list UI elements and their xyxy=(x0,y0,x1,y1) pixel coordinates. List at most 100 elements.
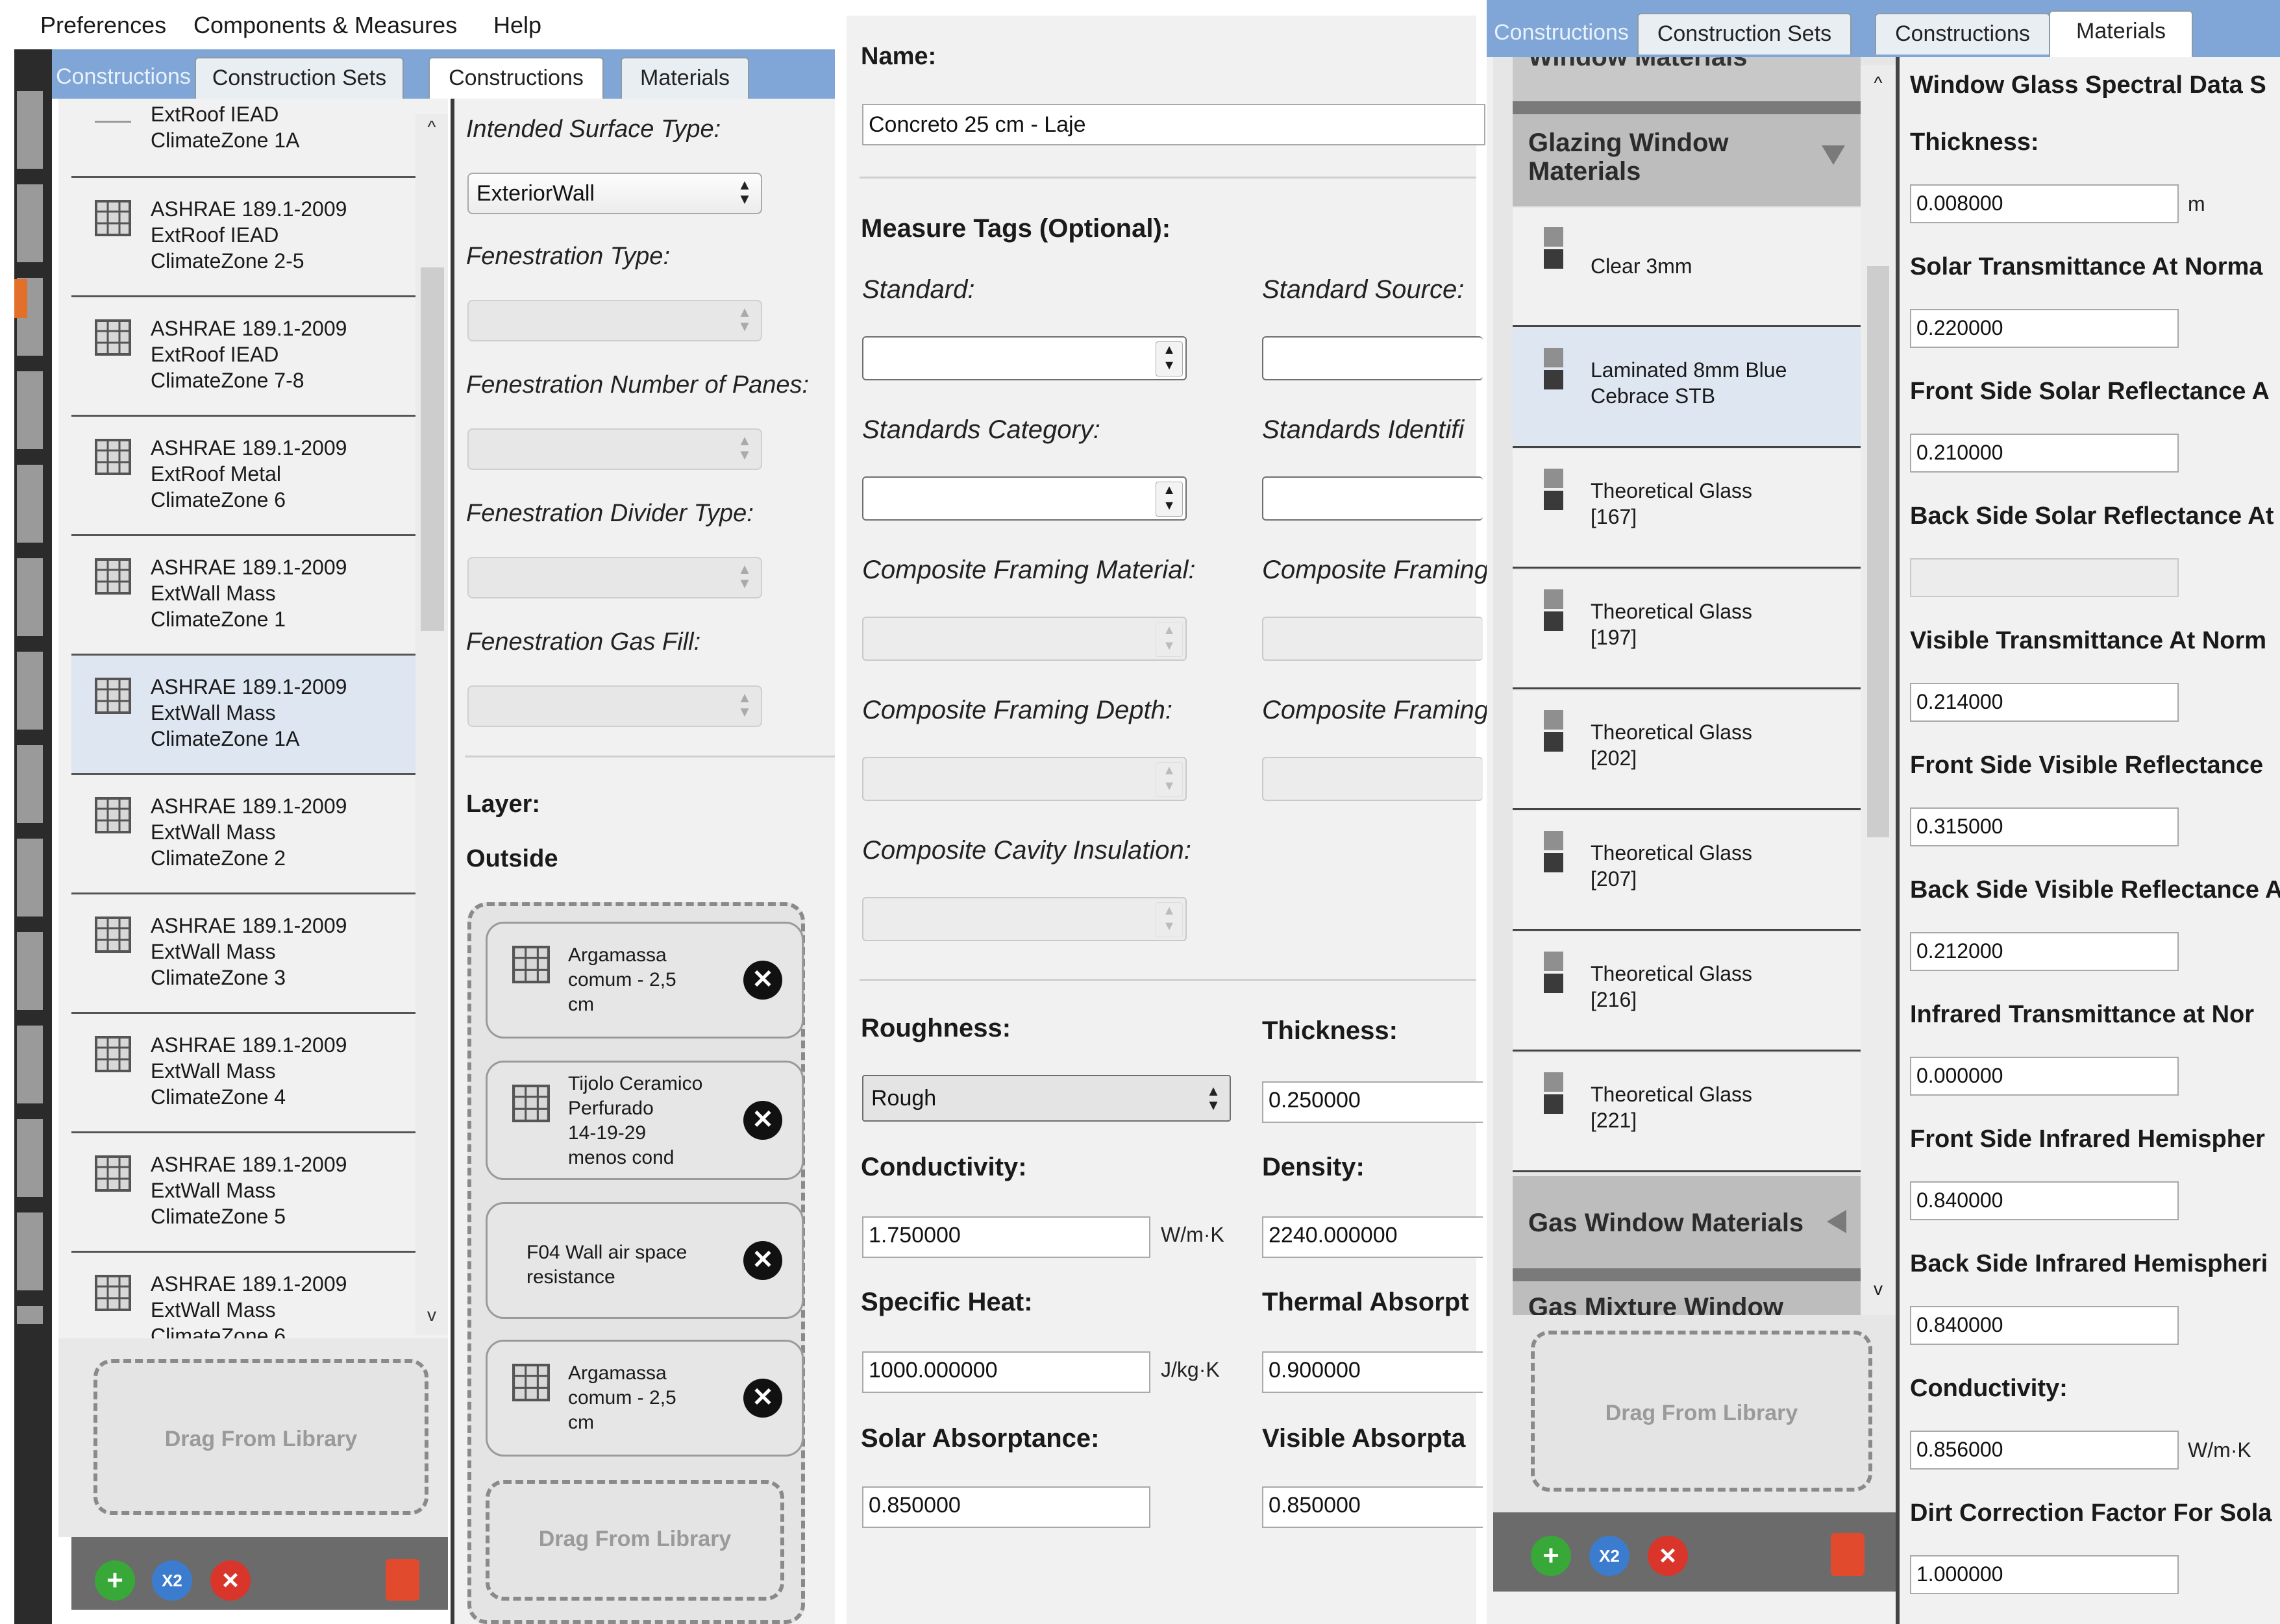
fenestration-divider-select[interactable]: ▲ ▼ xyxy=(467,557,762,598)
menu-help[interactable]: Help xyxy=(493,12,541,39)
specific-heat-input[interactable]: 1000.000000 xyxy=(862,1351,1150,1393)
drag-from-library-zone[interactable]: Drag From Library xyxy=(1531,1331,1872,1492)
tab-construction-sets[interactable]: Construction Sets xyxy=(1637,13,1852,55)
list-item[interactable]: ASHRAE 189.1-2009 ExtRoof Metal ClimateZ… xyxy=(71,417,415,536)
fenestration-panes-select[interactable]: ▲ ▼ xyxy=(467,428,762,470)
spin-arrows-icon[interactable]: ▲ ▼ xyxy=(1156,341,1183,376)
drag-from-library-zone[interactable]: Drag From Library xyxy=(93,1359,428,1515)
copy-button[interactable]: X2 xyxy=(1589,1536,1629,1576)
menu-preferences[interactable]: Preferences xyxy=(40,12,166,39)
standard-combo[interactable]: ▲ ▼ xyxy=(862,336,1187,380)
list-item-partial[interactable]: ExtRoof IEAD ClimateZone 1A xyxy=(71,99,415,178)
composite-framing-depth-combo[interactable]: ▲ ▼ xyxy=(862,757,1187,801)
glazing-item[interactable]: Theoretical Glass [167] xyxy=(1513,449,1861,569)
composite-framing-right2-combo[interactable] xyxy=(1262,757,1483,801)
glazing-item[interactable]: Theoretical Glass [207] xyxy=(1513,811,1861,931)
scroll-up-icon[interactable]: ^ xyxy=(1861,73,1896,99)
solar-transmittance-input[interactable]: 0.220000 xyxy=(1910,309,2179,348)
intended-surface-select[interactable]: ExteriorWall ▲ ▼ xyxy=(467,173,762,214)
spin-arrows-icon[interactable]: ▲ ▼ xyxy=(1156,622,1183,657)
list-item[interactable]: ASHRAE 189.1-2009 ExtRoof IEAD ClimateZo… xyxy=(71,297,415,417)
purge-trash-icon[interactable] xyxy=(1831,1533,1865,1576)
glazing-item[interactable]: Theoretical Glass [221] xyxy=(1513,1053,1861,1172)
list-item[interactable]: ASHRAE 189.1-2009 ExtWall Mass ClimateZo… xyxy=(71,656,415,775)
copy-button[interactable]: X2 xyxy=(152,1560,192,1601)
layer-item[interactable]: Argamassa comum - 2,5 cm ✕ xyxy=(486,1340,804,1457)
composite-framing-material-combo[interactable]: ▲ ▼ xyxy=(862,617,1187,661)
add-button[interactable]: + xyxy=(95,1560,135,1601)
dirt-correction-input[interactable]: 1.000000 xyxy=(1910,1555,2179,1594)
thickness-input[interactable]: 0.008000 xyxy=(1910,184,2179,223)
fenestration-type-select[interactable]: ▲ ▼ xyxy=(467,300,762,341)
list-item[interactable]: ASHRAE 189.1-2009 ExtWall Mass ClimateZo… xyxy=(71,894,415,1014)
list-item[interactable]: ASHRAE 189.1-2009 ExtRoof IEAD ClimateZo… xyxy=(71,178,415,297)
glazing-item[interactable]: Theoretical Glass [216] xyxy=(1513,932,1861,1052)
remove-layer-icon[interactable]: ✕ xyxy=(743,1101,782,1140)
spin-arrows-icon[interactable]: ▲ ▼ xyxy=(1156,762,1183,797)
gas-mixture-header-partial[interactable]: Gas Mixture Window xyxy=(1513,1281,1861,1315)
list-item[interactable]: ASHRAE 189.1-2009 ExtWall Mass ClimateZo… xyxy=(71,775,415,894)
remove-button[interactable]: × xyxy=(210,1560,251,1601)
menu-components-measures[interactable]: Components & Measures xyxy=(193,12,457,39)
thickness-input[interactable]: 0.250000 xyxy=(1262,1081,1483,1123)
name-input[interactable]: Concreto 25 cm - Laje xyxy=(862,104,1485,145)
gas-window-header[interactable]: Gas Window Materials xyxy=(1513,1176,1861,1268)
layer-item[interactable]: F04 Wall air space resistance ✕ xyxy=(486,1202,804,1319)
list-item[interactable]: ASHRAE 189.1-2009 ExtWall Mass ClimateZo… xyxy=(71,536,415,656)
back-solar-reflectance-input[interactable] xyxy=(1910,558,2179,597)
tab-constructions-top[interactable]: Constructions xyxy=(1489,13,1633,55)
window-materials-header-partial[interactable]: Window Materials xyxy=(1513,57,1861,101)
front-infrared-emissivity-input[interactable]: 0.840000 xyxy=(1910,1181,2179,1220)
glazing-header[interactable]: Glazing Window Materials xyxy=(1513,114,1861,206)
composite-cavity-combo[interactable]: ▲ ▼ xyxy=(862,897,1187,941)
scroll-down-icon[interactable]: v xyxy=(1861,1279,1896,1305)
purge-trash-icon[interactable] xyxy=(386,1559,419,1601)
scroll-thumb[interactable] xyxy=(1867,266,1889,837)
vertical-toolbar-buttons[interactable] xyxy=(17,91,43,1324)
layer-item[interactable]: Argamassa comum - 2,5 cm ✕ xyxy=(486,922,804,1039)
thermal-absorptance-input[interactable]: 0.900000 xyxy=(1262,1351,1483,1393)
scroll-thumb[interactable] xyxy=(421,267,444,631)
spin-arrows-icon[interactable]: ▲ ▼ xyxy=(1156,482,1183,517)
back-visible-reflectance-input[interactable]: 0.212000 xyxy=(1910,932,2179,971)
remove-layer-icon[interactable]: ✕ xyxy=(743,1241,782,1280)
list-item[interactable]: ASHRAE 189.1-2009 ExtWall Mass ClimateZo… xyxy=(71,1014,415,1133)
remove-layer-icon[interactable]: ✕ xyxy=(743,1379,782,1418)
list-item[interactable]: ASHRAE 189.1-2009 ExtWall Mass ClimateZo… xyxy=(71,1133,415,1253)
infrared-transmittance-input[interactable]: 0.000000 xyxy=(1910,1057,2179,1096)
glazing-item[interactable]: Theoretical Glass [202] xyxy=(1513,691,1861,810)
spin-arrows-icon[interactable]: ▲ ▼ xyxy=(1156,902,1183,937)
conductivity-input[interactable]: 0.856000 xyxy=(1910,1431,2179,1470)
tab-construction-sets[interactable]: Construction Sets xyxy=(195,57,404,99)
tab-constructions[interactable]: Constructions xyxy=(428,57,604,101)
solar-absorptance-input[interactable]: 0.850000 xyxy=(862,1486,1150,1528)
tab-materials[interactable]: Materials xyxy=(621,57,749,99)
composite-framing-right-combo[interactable] xyxy=(1262,617,1483,661)
visible-transmittance-input[interactable]: 0.214000 xyxy=(1910,683,2179,722)
roughness-select[interactable]: Rough ▲ ▼ xyxy=(862,1075,1231,1122)
tab-constructions-top[interactable]: Constructions xyxy=(55,57,192,99)
scroll-up-icon[interactable]: ^ xyxy=(415,117,448,143)
back-infrared-emissivity-input[interactable]: 0.840000 xyxy=(1910,1306,2179,1345)
add-button[interactable]: + xyxy=(1531,1536,1571,1576)
glazing-item[interactable]: Clear 3mm xyxy=(1513,208,1861,327)
toolbar-active-icon[interactable] xyxy=(14,279,27,318)
layer-drag-zone[interactable]: Drag From Library xyxy=(486,1480,784,1601)
standards-category-combo[interactable]: ▲ ▼ xyxy=(862,476,1187,521)
glazing-item[interactable]: Laminated 8mm Blue Cebrace STB xyxy=(1513,328,1861,448)
fenestration-gas-select[interactable]: ▲ ▼ xyxy=(467,685,762,727)
layer-item[interactable]: Tijolo Ceramico Perfurado 14-19-29 menos… xyxy=(486,1061,804,1180)
scroll-down-icon[interactable]: v xyxy=(415,1305,448,1331)
glazing-item[interactable]: Theoretical Glass [197] xyxy=(1513,570,1861,689)
remove-button[interactable]: × xyxy=(1648,1536,1688,1576)
standard-source-combo[interactable] xyxy=(1262,336,1483,380)
visible-absorptance-input[interactable]: 0.850000 xyxy=(1262,1486,1483,1528)
remove-layer-icon[interactable]: ✕ xyxy=(743,961,782,1000)
density-input[interactable]: 2240.000000 xyxy=(1262,1216,1483,1258)
standards-identifier-combo[interactable] xyxy=(1262,476,1483,521)
tab-materials[interactable]: Materials xyxy=(2049,10,2193,57)
conductivity-input[interactable]: 1.750000 xyxy=(862,1216,1150,1258)
front-visible-reflectance-input[interactable]: 0.315000 xyxy=(1910,807,2179,846)
front-solar-reflectance-input[interactable]: 0.210000 xyxy=(1910,434,2179,473)
tab-constructions[interactable]: Constructions xyxy=(1875,13,2050,55)
